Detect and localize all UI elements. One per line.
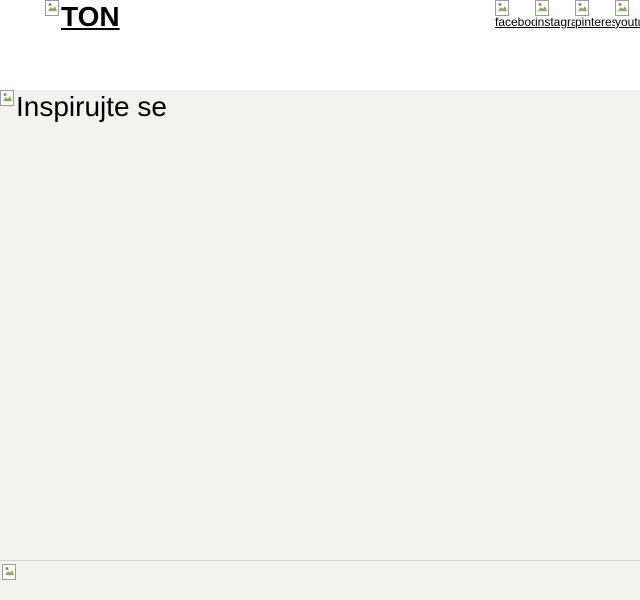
logo-alt-text: TON xyxy=(61,1,120,32)
social-links: facebook instagram pinterest youtube xyxy=(495,0,640,32)
hero-title: Inspirujte se xyxy=(0,90,167,124)
social-label: youtube xyxy=(615,15,640,29)
instagram-link[interactable]: instagram xyxy=(535,0,575,32)
broken-image-icon xyxy=(45,0,59,16)
social-label: instagram xyxy=(535,15,575,29)
hero-title-text: Inspirujte se xyxy=(16,91,167,122)
site-header: TON facebook instagram pinterest youtube xyxy=(0,0,640,90)
facebook-link[interactable]: facebook xyxy=(495,0,535,32)
instagram-icon xyxy=(535,0,549,16)
social-label: facebook xyxy=(495,15,535,29)
logo-link[interactable]: TON xyxy=(45,0,120,34)
pinterest-icon xyxy=(575,0,589,16)
hero-section: Inspirujte se xyxy=(0,90,640,560)
youtube-link[interactable]: youtube xyxy=(615,0,640,32)
pinterest-link[interactable]: pinterest xyxy=(575,0,615,32)
facebook-icon xyxy=(495,0,509,16)
broken-image-icon xyxy=(0,90,14,106)
broken-image-icon xyxy=(2,564,16,580)
bottom-image-strip xyxy=(0,560,640,600)
social-label: pinterest xyxy=(575,15,615,29)
youtube-icon xyxy=(615,0,629,16)
